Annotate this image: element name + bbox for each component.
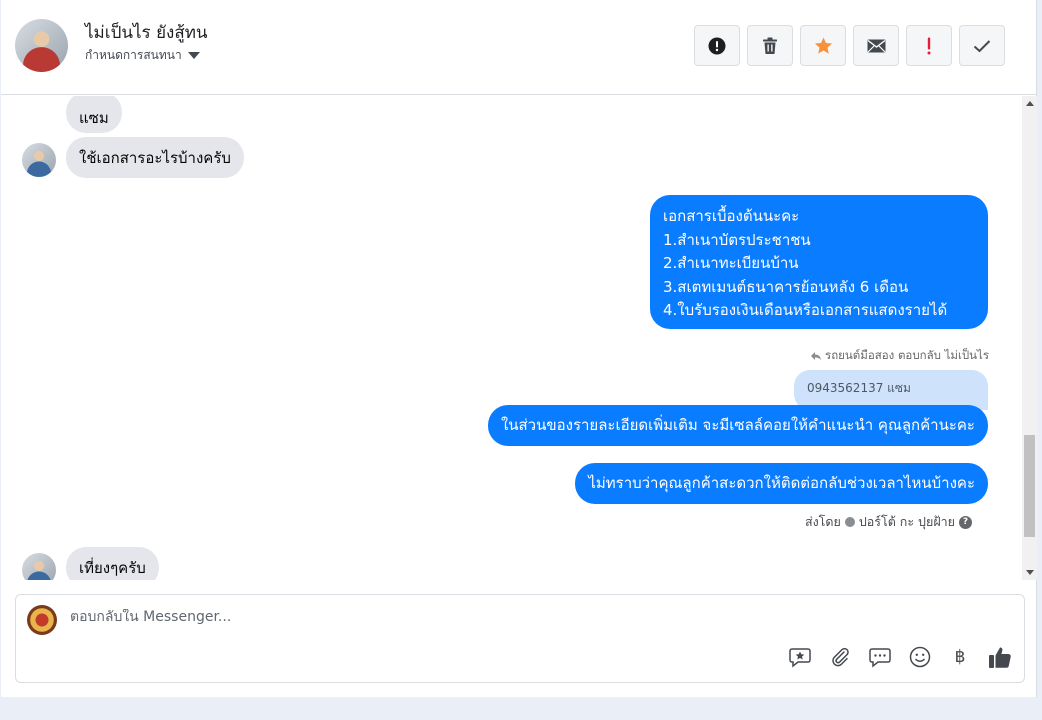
conversation-panel: ไม่เป็นไร ยังสู้ทน กำหนดการสนทนา แซม ใช้… — [1, 0, 1037, 697]
message-outgoing: ในส่วนของรายละเอียดเพิ่มเติม จะมีเซลล์คอ… — [487, 405, 988, 446]
star-icon — [814, 36, 832, 54]
help-icon[interactable]: ? — [959, 515, 972, 529]
message-line: 1.สำเนาบัตรประชาชน — [663, 230, 811, 249]
sent-by-info: ส่งโดย ปอร์โต้ กะ ปุยฝ้าย ? — [805, 512, 972, 532]
chat-button[interactable] — [868, 645, 892, 669]
saved-reply-button[interactable] — [788, 645, 812, 669]
exclamation-icon — [927, 37, 931, 54]
delete-button[interactable] — [747, 25, 793, 66]
caret-down-icon — [187, 52, 200, 59]
message-incoming: เที่ยงๆครับ — [66, 547, 159, 580]
envelope-icon — [867, 39, 885, 52]
exclamation-circle-icon — [708, 37, 726, 54]
header-actions — [694, 25, 1005, 66]
message-outgoing-documents: เอกสารเบื้องต้นนะคะ 1.สำเนาบัตรประชาชน 2… — [650, 195, 988, 329]
mark-unread-button[interactable] — [853, 25, 899, 66]
scroll-up-arrow-icon[interactable] — [1026, 101, 1034, 106]
contact-name[interactable]: ไม่เป็นไร ยังสู้ทน — [85, 19, 208, 46]
scrollbar-thumb[interactable] — [1024, 435, 1035, 537]
message-text: ไม่ทราบว่าคุณลูกค้าสะดวกให้ติดต่อกลับช่ว… — [588, 474, 975, 492]
sent-by-label: ส่งโดย — [804, 514, 841, 529]
message-outgoing: ไม่ทราบว่าคุณลูกค้าสะดวกให้ติดต่อกลับช่ว… — [575, 463, 988, 504]
attach-button[interactable] — [828, 645, 852, 669]
assign-conversation-label: กำหนดการสนทนา — [85, 48, 182, 62]
reply-composer: ฿ — [15, 594, 1025, 683]
agent-avatar-icon — [844, 517, 855, 527]
page-avatar — [27, 605, 57, 635]
chat-bubble-icon — [869, 647, 891, 668]
message-list-scrollbar[interactable] — [1022, 96, 1037, 580]
message-text: ในส่วนของรายละเอียดเพิ่มเติม จะมีเซลล์คอ… — [500, 416, 975, 434]
saved-reply-icon — [789, 647, 811, 668]
mark-done-button[interactable] — [959, 25, 1005, 66]
baht-icon: ฿ — [954, 647, 966, 667]
follow-up-button[interactable] — [906, 25, 952, 66]
star-button[interactable] — [800, 25, 846, 66]
spam-button[interactable] — [694, 25, 740, 66]
message-line: 2.สำเนาทะเบียนบ้าน — [663, 254, 799, 272]
sender-avatar — [22, 143, 56, 177]
paperclip-icon — [832, 647, 849, 667]
sent-by-name[interactable]: ปอร์โต้ กะ ปุยฝ้าย — [859, 512, 955, 532]
reply-indicator: รถยนต์มือสอง ตอบกลับ ไม่เป็นไร — [811, 347, 989, 365]
payment-button[interactable]: ฿ — [948, 645, 972, 669]
message-incoming: แซม — [66, 96, 122, 133]
quoted-message-text: 0943562137 แซม — [807, 381, 911, 395]
message-text: เที่ยงๆครับ — [79, 558, 146, 577]
message-incoming: ใช้เอกสารอะไรบ้างครับ — [66, 137, 244, 178]
message-list[interactable]: แซม ใช้เอกสารอะไรบ้างครับ เอกสารเบื้องต้… — [1, 96, 1021, 580]
assign-conversation-dropdown[interactable]: กำหนดการสนทนา — [85, 46, 200, 65]
conversation-header: ไม่เป็นไร ยังสู้ทน กำหนดการสนทนา — [1, 0, 1037, 95]
contact-avatar[interactable] — [15, 19, 68, 72]
like-button[interactable] — [988, 645, 1012, 669]
message-line: 4.ใบรับรองเงินเดือนหรือเอกสารแสดงรายได้ — [663, 301, 948, 319]
reply-input[interactable] — [70, 609, 970, 625]
composer-tools: ฿ — [788, 645, 1012, 669]
emoji-button[interactable] — [908, 645, 932, 669]
thumbs-up-icon — [989, 647, 1011, 668]
message-text: แซม — [79, 108, 109, 127]
trash-icon — [763, 37, 777, 54]
reply-indicator-text: รถยนต์มือสอง ตอบกลับ ไม่เป็นไร — [825, 348, 989, 362]
message-line: 3.สเตทเมนต์ธนาคารย้อนหลัง 6 เดือน — [663, 277, 909, 296]
message-line: เอกสารเบื้องต้นนะคะ — [663, 207, 800, 225]
scroll-down-arrow-icon[interactable] — [1026, 570, 1034, 575]
sender-avatar — [22, 553, 56, 580]
reply-arrow-icon — [811, 352, 822, 360]
quoted-message[interactable]: 0943562137 แซม — [794, 370, 988, 410]
check-icon — [973, 39, 991, 52]
message-text: ใช้เอกสารอะไรบ้างครับ — [79, 148, 231, 167]
smiley-icon — [909, 646, 931, 668]
